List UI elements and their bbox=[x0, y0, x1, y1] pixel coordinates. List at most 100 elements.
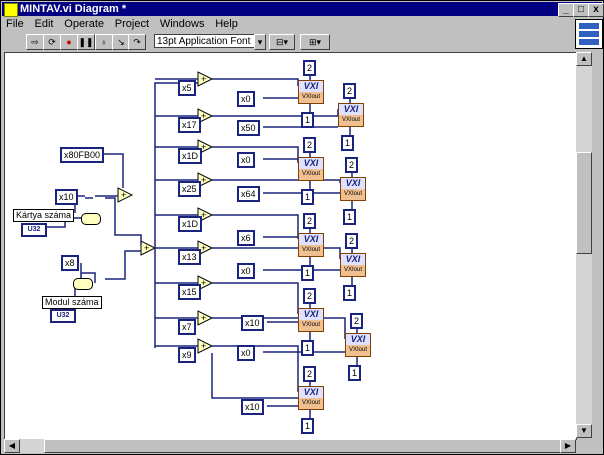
mode-constant-6[interactable]: 1 bbox=[301, 340, 315, 356]
distribute-icon[interactable]: ⊞▾ bbox=[300, 34, 330, 50]
title-bar[interactable]: MINTAV.vi Diagram * _ □ x bbox=[2, 2, 604, 17]
data-constant-2[interactable]: x0 bbox=[237, 152, 255, 168]
vxi-out-caption: VXIout bbox=[301, 94, 320, 100]
wire bbox=[212, 282, 299, 314]
add-symbol: + bbox=[121, 190, 126, 200]
maximize-button[interactable]: □ bbox=[573, 3, 589, 17]
hex-constant[interactable]: x80FB00 bbox=[60, 147, 105, 163]
abort-icon[interactable]: ● bbox=[60, 34, 78, 50]
offset-constant-6[interactable]: x15 bbox=[178, 284, 201, 300]
data-constant-7[interactable]: x0 bbox=[237, 345, 255, 361]
run-continuous-icon[interactable]: ⟳ bbox=[43, 34, 61, 50]
shift-node-module[interactable] bbox=[73, 278, 93, 290]
pause-icon[interactable]: ❚❚ bbox=[77, 34, 95, 50]
vxi-out-subvi[interactable]: VXI VXIout bbox=[338, 103, 364, 127]
vertical-scrollbar[interactable]: ▲ ▼ bbox=[576, 52, 592, 438]
mode-constant-7[interactable]: 1 bbox=[348, 365, 362, 381]
data-constant-3[interactable]: x64 bbox=[237, 186, 260, 202]
menu-edit[interactable]: Edit bbox=[31, 17, 58, 31]
menu-file[interactable]: File bbox=[2, 17, 28, 31]
width-constant-8[interactable]: 2 bbox=[303, 366, 317, 382]
menu-project[interactable]: Project bbox=[111, 17, 153, 31]
vxi-glyph: VXI bbox=[299, 309, 323, 320]
width-constant-4[interactable]: 2 bbox=[303, 213, 317, 229]
vxi-out-subvi[interactable]: VXI VXIout bbox=[345, 333, 371, 357]
offset-constant-8[interactable]: x9 bbox=[178, 347, 196, 363]
data-constant-5[interactable]: x0 bbox=[237, 263, 255, 279]
card-number-control[interactable]: U32 bbox=[21, 223, 47, 237]
vi-app-icon bbox=[4, 3, 18, 17]
data-constant-4[interactable]: x6 bbox=[237, 230, 255, 246]
module-offset-constant[interactable]: x8 bbox=[61, 255, 79, 271]
wire bbox=[212, 78, 299, 86]
menu-bar: File Edit Operate Project Windows Help bbox=[2, 17, 562, 31]
vxi-out-subvi[interactable]: VXI VXIout bbox=[298, 308, 324, 332]
menu-operate[interactable]: Operate bbox=[60, 17, 108, 31]
window-title: MINTAV.vi Diagram * bbox=[20, 3, 127, 15]
mode-constant-4[interactable]: 1 bbox=[301, 265, 315, 281]
card-offset-constant[interactable]: x10 bbox=[55, 189, 78, 205]
offset-constant-0[interactable]: x5 bbox=[178, 80, 196, 96]
vxi-out-caption: VXIout bbox=[301, 400, 320, 406]
offset-constant-1[interactable]: x17 bbox=[178, 117, 201, 133]
highlight-bulb-icon[interactable]: ♁ bbox=[95, 34, 113, 50]
wire bbox=[212, 345, 299, 392]
add-symbol: + bbox=[201, 74, 206, 84]
mode-constant-2[interactable]: 1 bbox=[301, 189, 315, 205]
vxi-glyph: VXI bbox=[299, 81, 323, 92]
minimize-button[interactable]: _ bbox=[558, 3, 574, 17]
close-button[interactable]: x bbox=[588, 3, 604, 17]
menu-windows[interactable]: Windows bbox=[156, 17, 209, 31]
data-constant-1[interactable]: x50 bbox=[237, 120, 260, 136]
vxi-out-subvi[interactable]: VXI VXIout bbox=[298, 157, 324, 181]
wire bbox=[211, 353, 298, 399]
width-constant-2[interactable]: 2 bbox=[303, 137, 317, 153]
data-constant-8[interactable]: x10 bbox=[241, 399, 264, 415]
vxi-out-subvi[interactable]: VXI VXIout bbox=[340, 253, 366, 277]
vi-connector-icon[interactable] bbox=[575, 19, 603, 49]
horizontal-scrollbar[interactable]: ◀ ▶ bbox=[4, 439, 576, 453]
shift-node-card[interactable] bbox=[81, 213, 101, 225]
scroll-right-icon[interactable]: ▶ bbox=[560, 439, 576, 453]
width-constant-3[interactable]: 2 bbox=[345, 157, 359, 173]
wire bbox=[105, 197, 142, 245]
vertical-scroll-thumb[interactable] bbox=[576, 152, 592, 254]
mode-constant-8[interactable]: 1 bbox=[301, 418, 315, 434]
vxi-out-subvi[interactable]: VXI VXIout bbox=[340, 177, 366, 201]
font-selector[interactable]: 13pt Application Font bbox=[154, 34, 262, 48]
scroll-up-icon[interactable]: ▲ bbox=[576, 52, 592, 66]
width-constant-1[interactable]: 2 bbox=[343, 83, 357, 99]
mode-constant-0[interactable]: 1 bbox=[301, 112, 315, 128]
vxi-out-subvi[interactable]: VXI VXIout bbox=[298, 233, 324, 257]
add-symbol: + bbox=[144, 243, 149, 253]
vxi-glyph: VXI bbox=[341, 178, 365, 189]
mode-constant-1[interactable]: 1 bbox=[341, 135, 355, 151]
data-constant-6[interactable]: x10 bbox=[241, 315, 264, 331]
wire bbox=[212, 109, 339, 117]
font-dropdown-icon[interactable]: ▾ bbox=[254, 34, 266, 50]
align-icon[interactable]: ⊟▾ bbox=[269, 34, 295, 50]
offset-constant-5[interactable]: x13 bbox=[178, 249, 201, 265]
mode-constant-5[interactable]: 1 bbox=[343, 285, 357, 301]
offset-constant-4[interactable]: x1D bbox=[178, 216, 203, 232]
offset-constant-7[interactable]: x7 bbox=[178, 319, 196, 335]
vxi-out-caption: VXIout bbox=[343, 191, 362, 197]
horizontal-scroll-thumb[interactable] bbox=[44, 439, 566, 453]
menu-help[interactable]: Help bbox=[211, 17, 242, 31]
scroll-left-icon[interactable]: ◀ bbox=[4, 439, 20, 453]
vxi-out-subvi[interactable]: VXI VXIout bbox=[298, 386, 324, 410]
scroll-down-icon[interactable]: ▼ bbox=[576, 424, 592, 438]
mode-constant-3[interactable]: 1 bbox=[343, 209, 357, 225]
width-constant-7[interactable]: 2 bbox=[350, 313, 364, 329]
block-diagram[interactable]: + + + + + + + + + + + x80FB00 x10 Kártya száma U32… bbox=[4, 52, 577, 440]
run-arrow-icon[interactable]: ⇨ bbox=[26, 34, 44, 50]
step-over-icon[interactable]: ↷ bbox=[128, 34, 146, 50]
module-number-control[interactable]: U32 bbox=[50, 309, 76, 323]
vxi-out-subvi[interactable]: VXI VXIout bbox=[298, 80, 324, 104]
offset-constant-3[interactable]: x25 bbox=[178, 181, 201, 197]
offset-constant-2[interactable]: x1D bbox=[178, 148, 203, 164]
width-constant-6[interactable]: 2 bbox=[303, 288, 317, 304]
data-constant-0[interactable]: x0 bbox=[237, 91, 255, 107]
width-constant-5[interactable]: 2 bbox=[345, 233, 359, 249]
width-constant-0[interactable]: 2 bbox=[303, 60, 317, 76]
